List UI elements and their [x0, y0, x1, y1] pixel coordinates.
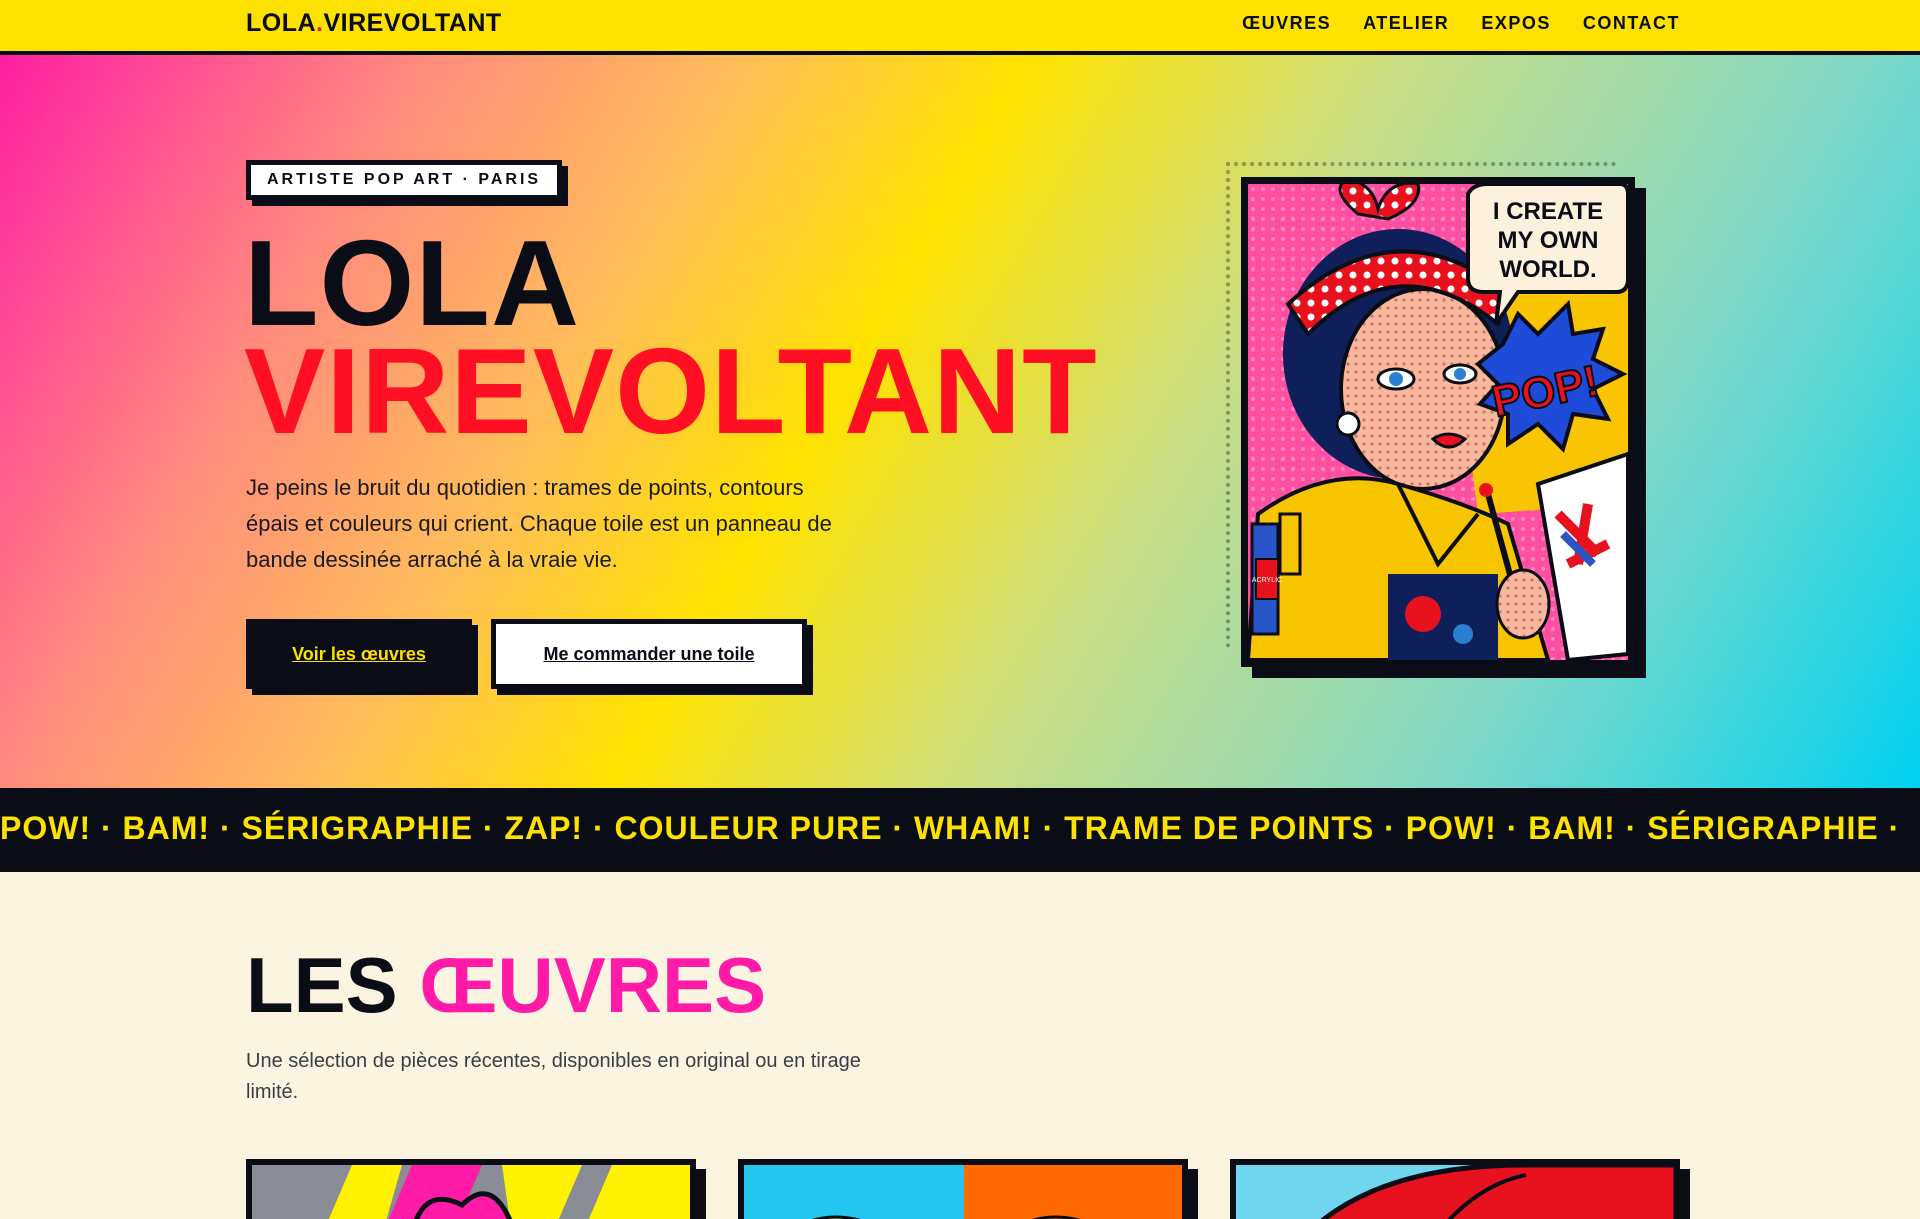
works-section-subtitle: Une sélection de pièces récentes, dispon… [246, 1050, 861, 1103]
hero-title-last-name: VIREVOLTANT [244, 323, 1098, 459]
speech-bubble-line-2: MY OWN [1498, 227, 1599, 254]
jar-label: ACRYLIC [1252, 577, 1282, 584]
speech-bubble-line-1: I CREATE [1493, 198, 1603, 225]
top-navigation-bar: LOLA.VIREVOLTANT ŒUVRES ATELIER EXPOS CO… [0, 0, 1920, 55]
nav-link-expos[interactable]: EXPOS [1481, 13, 1551, 34]
hero-description: Je peins le bruit du quotidien : trames … [246, 475, 832, 572]
pop-art-portrait: ACRYLIC POP! I CREATE MY OWN WORLD. [1248, 184, 1628, 660]
logo-first-name: LOLA [246, 9, 317, 37]
view-works-button[interactable]: Voir les œuvres [246, 619, 472, 689]
artwork-card[interactable] [246, 1159, 696, 1219]
nav-link-oeuvres[interactable]: ŒUVRES [1242, 13, 1331, 34]
logo-dot: . [316, 9, 324, 37]
artwork-card[interactable] [738, 1159, 1188, 1219]
works-section-title: LES ŒUVRES [246, 946, 766, 1024]
artwork-thumbnail [252, 1165, 690, 1219]
works-title-accent: ŒUVRES [419, 941, 767, 1029]
artwork-thumbnail [1236, 1165, 1674, 1219]
works-title-prefix: LES [246, 941, 398, 1029]
artwork-card[interactable] [1230, 1159, 1680, 1219]
hero-artwork: ACRYLIC POP! I CREATE MY OWN WORLD. [1241, 177, 1635, 667]
main-nav: ŒUVRES ATELIER EXPOS CONTACT [1242, 13, 1680, 34]
logo-last-name: VIREVOLTANT [323, 9, 502, 37]
artwork-thumbnail [744, 1165, 1182, 1219]
ticker-text: POW! · BAM! · SÉRIGRAPHIE · ZAP! · COULE… [0, 810, 1901, 846]
commission-painting-button[interactable]: Me commander une toile [491, 619, 807, 689]
site-logo[interactable]: LOLA.VIREVOLTANT [246, 9, 502, 38]
hero-tag-badge: ARTISTE POP ART · PARIS [246, 160, 563, 200]
marquee-ticker: POW! · BAM! · SÉRIGRAPHIE · ZAP! · COULE… [0, 788, 1920, 872]
nav-link-contact[interactable]: CONTACT [1583, 13, 1680, 34]
nav-link-atelier[interactable]: ATELIER [1363, 13, 1449, 34]
speech-bubble-line-3: WORLD. [1499, 256, 1596, 283]
